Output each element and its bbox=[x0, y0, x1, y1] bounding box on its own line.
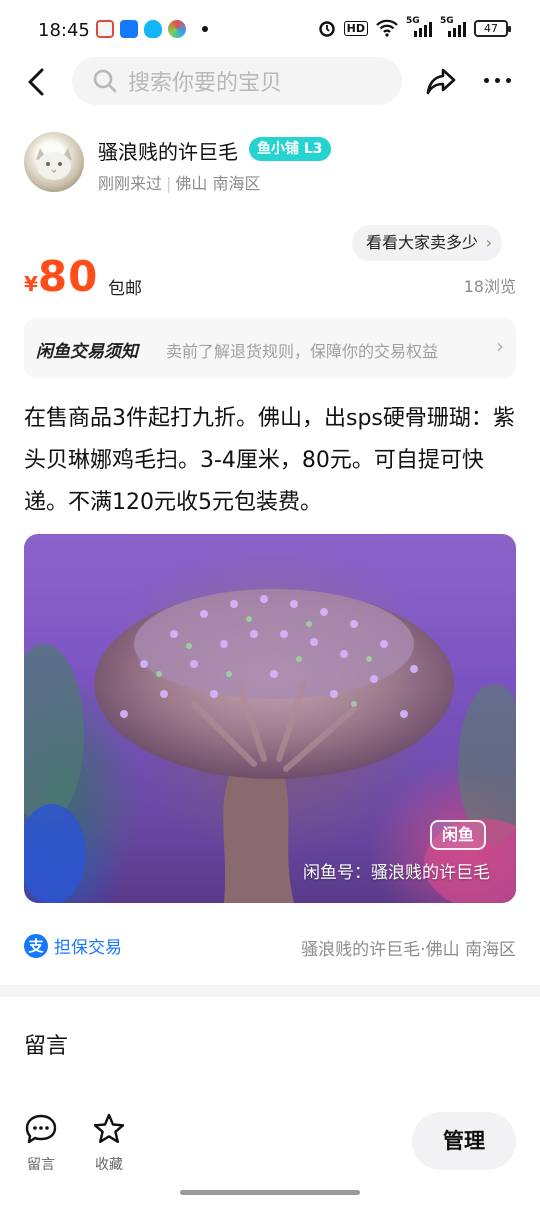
avatar[interactable] bbox=[24, 132, 84, 192]
system-icons: HD 5G 5G 47 bbox=[318, 16, 511, 37]
trade-notice-text: 卖前了解退货规则，保障你的交易权益 bbox=[166, 342, 439, 361]
chevron-right-icon: › bbox=[485, 233, 493, 252]
free-shipping-label: 包邮 bbox=[108, 279, 142, 299]
view-count: 18浏览 bbox=[463, 277, 516, 296]
seller-info[interactable]: 骚浪贱的许巨毛 鱼小铺 L3 刚刚来过 | 佛山 南海区 bbox=[24, 130, 516, 194]
item-photo[interactable]: 闲鱼 闲鱼号：骚浪贱的许巨毛 bbox=[24, 534, 516, 903]
compare-prices-label: 看看大家卖多少 bbox=[366, 233, 479, 252]
seller-location-line: 骚浪贱的许巨毛·佛山 南海区 bbox=[301, 940, 516, 960]
section-divider bbox=[0, 985, 540, 997]
guarantee-label: 担保交易 bbox=[54, 938, 122, 958]
alipay-notification-icon bbox=[120, 20, 138, 38]
xianyu-watermark-logo: 闲鱼 bbox=[430, 820, 486, 850]
more-icon[interactable] bbox=[484, 72, 518, 88]
more-notifications-dot bbox=[202, 26, 208, 32]
currency-symbol: ¥ bbox=[24, 272, 38, 296]
seller-name[interactable]: 骚浪贱的许巨毛 bbox=[98, 136, 238, 165]
search-placeholder: 搜索你要的宝贝 bbox=[128, 71, 283, 96]
seller-meta: 刚刚来过 | 佛山 南海区 bbox=[98, 170, 261, 194]
signal-icon-1: 5G bbox=[406, 16, 432, 37]
back-icon[interactable] bbox=[22, 64, 54, 100]
wifi-icon bbox=[376, 19, 398, 37]
home-indicator[interactable] bbox=[180, 1190, 360, 1195]
chevron-right-icon: › bbox=[496, 334, 504, 358]
app-notification-icon-2 bbox=[168, 20, 186, 38]
hd-icon: HD bbox=[343, 20, 368, 36]
comment-icon bbox=[25, 1114, 57, 1144]
price: ¥80 bbox=[24, 252, 98, 301]
manage-button[interactable]: 管理 bbox=[412, 1112, 516, 1170]
top-nav: 搜索你要的宝贝 bbox=[0, 56, 540, 108]
comment-tab[interactable]: 留言 bbox=[16, 1112, 66, 1174]
qq-notification-icon bbox=[144, 20, 162, 38]
trade-notice-title: 闲鱼交易须知 bbox=[36, 342, 138, 362]
alarm-icon bbox=[318, 21, 335, 37]
seller-location: 佛山 南海区 bbox=[175, 174, 261, 193]
alipay-icon: 支 bbox=[24, 933, 48, 958]
trade-notice-banner[interactable]: 闲鱼交易须知 卖前了解退货规则，保障你的交易权益 › bbox=[24, 318, 516, 378]
app-notification-icon bbox=[96, 20, 114, 38]
guarantee-trade[interactable]: 支 担保交易 bbox=[24, 933, 122, 958]
star-icon bbox=[93, 1113, 125, 1143]
store-level-badge[interactable]: 鱼小铺 L3 bbox=[249, 137, 331, 161]
search-icon bbox=[93, 69, 117, 93]
compare-prices-button[interactable]: 看看大家卖多少 › bbox=[352, 225, 503, 261]
battery-icon: 47 bbox=[474, 19, 511, 37]
item-detail-page: 18:45 HD 5G 5G 47 搜索你要的宝贝 骚浪贱的许巨毛 鱼小铺 L3… bbox=[0, 0, 540, 1206]
favorite-tab-label: 收藏 bbox=[95, 1157, 123, 1173]
comments-section-title: 留言 bbox=[24, 1034, 69, 1059]
item-description: 在售商品3件起打九折。佛山，出sps硬骨珊瑚：紫头贝琳娜鸡毛扫。3-4厘米，80… bbox=[24, 406, 515, 515]
status-bar: 18:45 HD 5G 5G 47 bbox=[0, 0, 540, 62]
xianyu-watermark-text: 闲鱼号：骚浪贱的许巨毛 bbox=[303, 863, 490, 883]
cat-avatar-image bbox=[36, 148, 72, 180]
last-seen-text: 刚刚来过 bbox=[98, 174, 163, 193]
share-icon[interactable] bbox=[424, 64, 458, 98]
notification-icons bbox=[96, 20, 208, 38]
price-amount: 80 bbox=[37, 252, 99, 301]
comment-tab-label: 留言 bbox=[27, 1157, 55, 1173]
status-time: 18:45 bbox=[38, 20, 90, 41]
meta-separator: | bbox=[166, 174, 172, 193]
signal-icon-2: 5G bbox=[440, 16, 466, 37]
favorite-tab[interactable]: 收藏 bbox=[84, 1112, 134, 1174]
search-input[interactable]: 搜索你要的宝贝 bbox=[72, 57, 402, 105]
